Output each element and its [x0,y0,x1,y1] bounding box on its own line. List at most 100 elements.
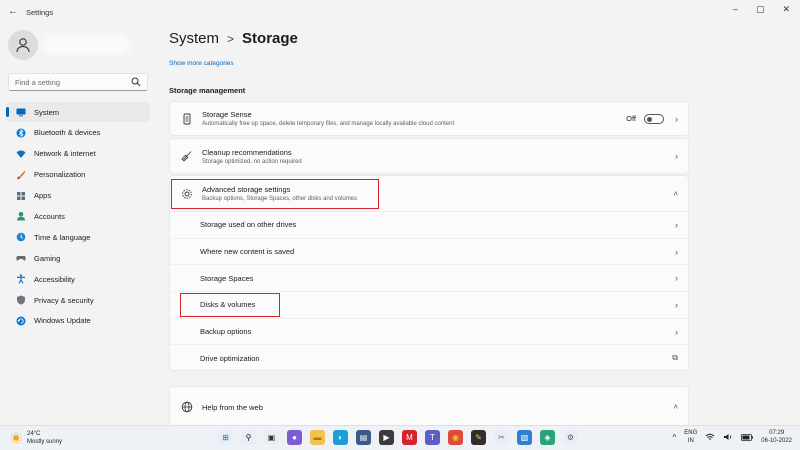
photos-icon[interactable]: ▧ [517,430,532,445]
help-title: Help from the web [202,402,263,412]
advanced-storage-card: Advanced storage settings Backup options… [169,175,689,371]
advanced-storage-desc: Backup options, Storage Spaces, other di… [202,196,358,202]
sidebar-item-label: Bluetooth & devices [34,128,101,138]
show-more-categories-link[interactable]: Show more categories [169,60,234,67]
sidebar-item-apps[interactable]: Apps [6,186,150,206]
wifi-icon[interactable] [705,433,715,441]
breadcrumb-parent[interactable]: System [169,30,219,47]
sidebar-item-label: Privacy & security [34,295,94,305]
gaming-icon [16,253,26,263]
sidebar-item-privacy-security[interactable]: Privacy & security [6,290,150,310]
user-icon [16,38,30,53]
cleanup-row[interactable]: Cleanup recommendations Storage optimize… [170,139,688,173]
subitem-drive-optimization[interactable]: Drive optimization ⧉ [170,344,688,371]
weather-condition: Mostly sunny [27,439,63,445]
close-button[interactable]: ✕ [782,4,790,15]
storage-sense-row[interactable]: Storage Sense Automatically free up spac… [170,102,688,135]
sidebar-item-system[interactable]: System [6,102,150,122]
chevron-right-icon[interactable]: › [675,151,678,161]
globe-clock-icon [16,232,26,242]
advanced-storage-title: Advanced storage settings [202,185,291,194]
subitem-label: Where new content is saved [200,247,295,257]
breadcrumb-separator: > [227,31,235,46]
chevron-up-icon[interactable]: ˄ [673,189,678,198]
tray-chevron-icon[interactable]: ^ [673,433,677,442]
input-language[interactable]: ENG IN [684,429,697,445]
weather-widget[interactable]: 24°C Mostly sunny [10,430,62,446]
minimize-button[interactable]: – [733,4,738,15]
user-profile[interactable] [8,30,126,60]
edge-icon[interactable]: ◐ [333,430,348,445]
region-code: IN [687,438,694,444]
sidebar-item-personalization[interactable]: Personalization [6,165,150,185]
subitem-backup-options[interactable]: Backup options › [170,317,688,345]
subitem-label: Storage Spaces [200,273,254,283]
apps-icon [16,191,26,201]
snipping-icon[interactable]: ✂ [494,430,509,445]
subitem-label: Backup options [200,327,252,337]
cleanup-desc: Storage optimized, no action required [202,158,302,165]
sidebar-item-label: Personalization [34,170,86,180]
help-row[interactable]: Help from the web ˄ [170,387,688,427]
storage-sense-toggle[interactable] [644,113,664,124]
external-link-icon[interactable]: ⧉ [672,353,678,363]
search-icon[interactable] [131,77,141,87]
sidebar-item-time-language[interactable]: Time & language [6,227,150,247]
avatar[interactable] [8,30,38,60]
subitem-storage-used-on-other-drives[interactable]: Storage used on other drives › [170,211,688,238]
battery-icon[interactable] [741,433,754,441]
chat-icon[interactable]: ● [287,430,302,445]
chevron-right-icon[interactable]: › [675,327,678,337]
chevron-right-icon[interactable]: › [675,247,678,257]
chrome-icon[interactable]: ◉ [448,430,463,445]
storage-sense-card[interactable]: Storage Sense Automatically free up spac… [169,101,689,136]
sidebar-item-network-internet[interactable]: Network & internet [6,144,150,164]
back-arrow-icon[interactable]: ← [8,6,18,17]
maps-icon[interactable]: ◈ [540,430,555,445]
media-icon[interactable]: ▶ [379,430,394,445]
subitem-storage-spaces[interactable]: Storage Spaces › [170,264,688,291]
advanced-storage-row[interactable]: Advanced storage settings Backup options… [170,176,688,211]
chevron-right-icon[interactable]: › [675,273,678,283]
clock[interactable]: 07:29 06-10-2022 [761,429,792,445]
notes-icon[interactable]: ✎ [471,430,486,445]
sidebar-item-label: Gaming [34,253,61,263]
shield-icon [16,295,26,305]
search-input[interactable] [15,77,131,87]
subitem-disks-volumes[interactable]: Disks & volumes › [170,291,688,318]
cleanup-card[interactable]: Cleanup recommendations Storage optimize… [169,138,689,174]
username-redacted [48,40,126,50]
windows-start-icon[interactable]: ⊞ [218,430,233,445]
sidebar-item-label: Accounts [34,211,65,221]
sidebar-item-accounts[interactable]: Accounts [6,206,150,226]
subitem-where-new-content-is-saved[interactable]: Where new content is saved › [170,237,688,265]
title-bar: ← Settings – ▢ ✕ [0,0,800,24]
section-title: Storage management [169,86,246,95]
store-icon[interactable]: ▤ [356,430,371,445]
help-card[interactable]: Help from the web ˄ [169,386,689,426]
teams-icon[interactable]: T [425,430,440,445]
sidebar-item-bluetooth-devices[interactable]: Bluetooth & devices [6,123,150,143]
sidebar-item-label: Time & language [34,232,91,242]
task-view-icon[interactable]: ▣ [264,430,279,445]
sidebar-item-windows-update[interactable]: Windows Update [6,311,150,331]
chevron-right-icon[interactable]: › [675,114,678,124]
mcafee-icon[interactable]: M [402,430,417,445]
broom-icon [180,149,194,163]
window-controls: – ▢ ✕ [733,4,790,15]
search-box[interactable] [8,73,148,91]
sidebar-item-label: Windows Update [34,316,91,326]
file-explorer-icon[interactable]: ▬ [310,430,325,445]
sidebar-item-accessibility[interactable]: Accessibility [6,269,150,289]
weather-temp: 24°C [27,431,41,437]
chevron-right-icon[interactable]: › [675,220,678,230]
search-icon[interactable]: ⚲ [241,430,256,445]
breadcrumb: System > Storage [169,30,298,47]
globe-icon [180,400,194,414]
volume-icon[interactable] [723,433,733,441]
chevron-right-icon[interactable]: › [675,300,678,310]
sidebar-item-gaming[interactable]: Gaming [6,248,150,268]
settings-icon[interactable]: ⚙ [563,430,578,445]
chevron-up-icon[interactable]: ˄ [673,403,678,412]
maximize-button[interactable]: ▢ [756,4,765,15]
